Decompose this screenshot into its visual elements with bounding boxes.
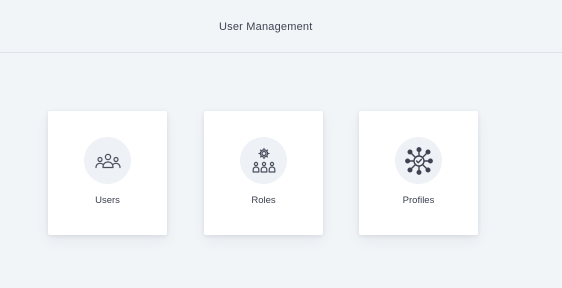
- profiles-network-icon: [404, 146, 433, 175]
- page-title: User Management: [219, 21, 313, 33]
- users-label: Users: [95, 195, 120, 206]
- roles-icon-circle: [240, 137, 287, 184]
- profiles-icon-circle: [395, 137, 442, 184]
- roles-label: Roles: [251, 195, 276, 206]
- roles-gear-people-icon: [252, 147, 275, 173]
- roles-card[interactable]: Roles: [204, 111, 323, 235]
- profiles-label: Profiles: [402, 195, 435, 206]
- users-card[interactable]: Users: [48, 111, 167, 235]
- users-icon-circle: [84, 137, 131, 184]
- profiles-card[interactable]: Profiles: [359, 111, 478, 235]
- page-header: User Management: [0, 0, 562, 53]
- users-group-icon: [94, 153, 121, 168]
